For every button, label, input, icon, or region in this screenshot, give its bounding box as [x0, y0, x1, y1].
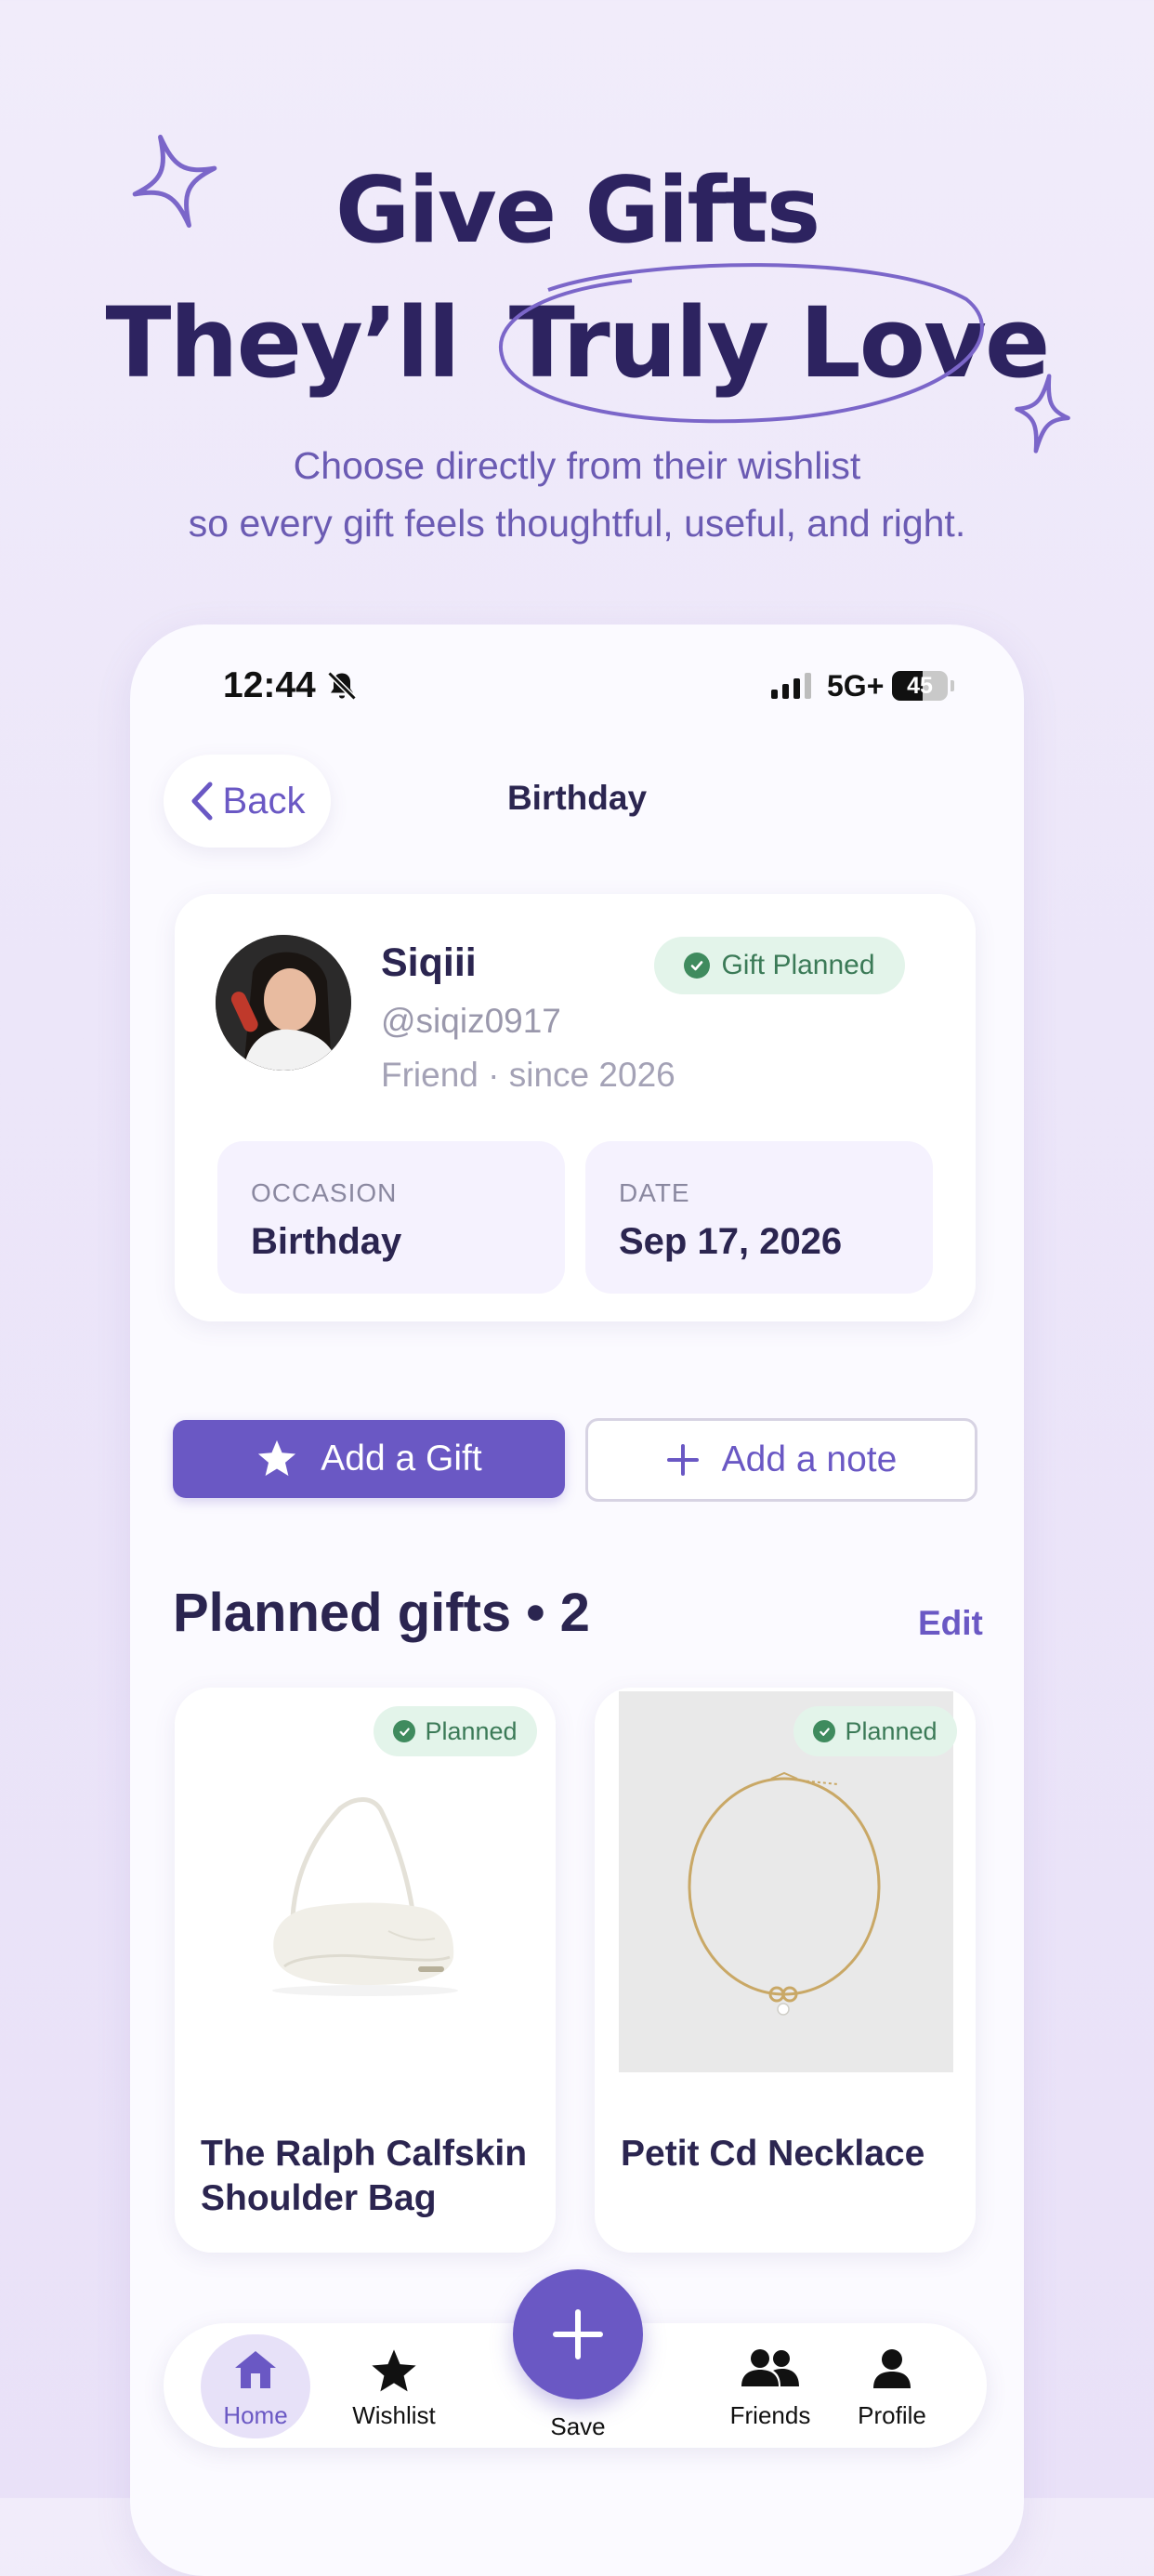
home-icon: [235, 2351, 276, 2388]
edit-button[interactable]: Edit: [918, 1604, 983, 1643]
gift-name: Petit Cd Necklace: [621, 2134, 925, 2174]
save-button[interactable]: [513, 2269, 643, 2399]
date-box: DATE Sep 17, 2026: [585, 1141, 933, 1294]
battery-level: 45: [907, 673, 933, 699]
network-type: 5G+: [827, 669, 885, 703]
plus-icon: [666, 1444, 699, 1476]
add-note-label: Add a note: [721, 1439, 898, 1479]
add-gift-label: Add a Gift: [321, 1439, 482, 1479]
tab-wishlist[interactable]: Wishlist: [329, 2323, 459, 2448]
hero-subtitle-line2: so every gift feels thoughtful, useful, …: [188, 502, 966, 545]
phone-screen: 12:44 5G+ 45 Back Birthday Siqiii @siqiz…: [130, 624, 1024, 2576]
occasion-box: OCCASION Birthday: [217, 1141, 565, 1294]
friend-handle: @siqiz0917: [381, 1002, 561, 1040]
friend-name: Siqiii: [381, 940, 477, 985]
highlight-ellipse: [498, 263, 984, 424]
tab-wishlist-label: Wishlist: [352, 2401, 436, 2429]
planned-badge: Planned: [374, 1706, 537, 1756]
person-icon: [873, 2349, 911, 2388]
check-circle-icon: [813, 1720, 836, 1742]
save-label: Save: [550, 2412, 606, 2440]
gift-card[interactable]: Planned Petit Cd Necklace: [595, 1688, 976, 2253]
planned-badge: Planned: [793, 1706, 957, 1756]
gift-card[interactable]: Planned The Ralph Calfskin Shoulder Bag: [175, 1688, 556, 2253]
friends-icon: [741, 2349, 799, 2386]
gift-planned-badge: Gift Planned: [654, 937, 905, 994]
bell-muted-icon: [327, 671, 357, 701]
planned-label: Planned: [425, 1716, 518, 1745]
planned-gifts-title: Planned gifts • 2: [173, 1583, 590, 1643]
occasion-value: Birthday: [251, 1221, 402, 1262]
star-icon: [372, 2349, 416, 2392]
signal-icon: [771, 673, 811, 699]
avatar[interactable]: [216, 935, 351, 1071]
add-gift-button[interactable]: Add a Gift: [173, 1420, 565, 1498]
check-circle-icon: [684, 953, 711, 979]
occasion-label: OCCASION: [251, 1178, 398, 1207]
hero-title-line1: Give Gifts: [334, 158, 820, 264]
date-label: DATE: [619, 1178, 690, 1207]
hero-title-prefix: They’ll: [105, 286, 461, 400]
page-title: Birthday: [506, 779, 648, 817]
gift-planned-label: Gift Planned: [721, 950, 875, 980]
date-value: Sep 17, 2026: [619, 1221, 843, 1262]
add-note-button[interactable]: Add a note: [585, 1418, 977, 1502]
battery-cap: [951, 680, 954, 691]
gift-name: The Ralph Calfskin Shoulder Bag: [201, 2134, 528, 2218]
tab-friends-label: Friends: [729, 2401, 811, 2429]
status-time: 12:44: [223, 665, 316, 705]
star-icon: [258, 1439, 296, 1477]
plus-icon: [553, 2309, 603, 2359]
friend-meta: Friend · since 2026: [381, 1056, 675, 1094]
battery-icon: 45: [892, 671, 948, 701]
planned-label: Planned: [845, 1716, 938, 1745]
tab-home-label: Home: [223, 2401, 288, 2429]
tab-friends[interactable]: Friends: [705, 2323, 835, 2448]
tab-home[interactable]: Home: [201, 2323, 310, 2448]
hero-subtitle-line1: Choose directly from their wishlist: [293, 444, 861, 487]
tab-profile[interactable]: Profile: [827, 2323, 957, 2448]
check-circle-icon: [393, 1720, 416, 1742]
friend-profile-card: Siqiii @siqiz0917 Friend · since 2026 Gi…: [175, 894, 976, 1321]
tab-profile-label: Profile: [858, 2401, 926, 2429]
